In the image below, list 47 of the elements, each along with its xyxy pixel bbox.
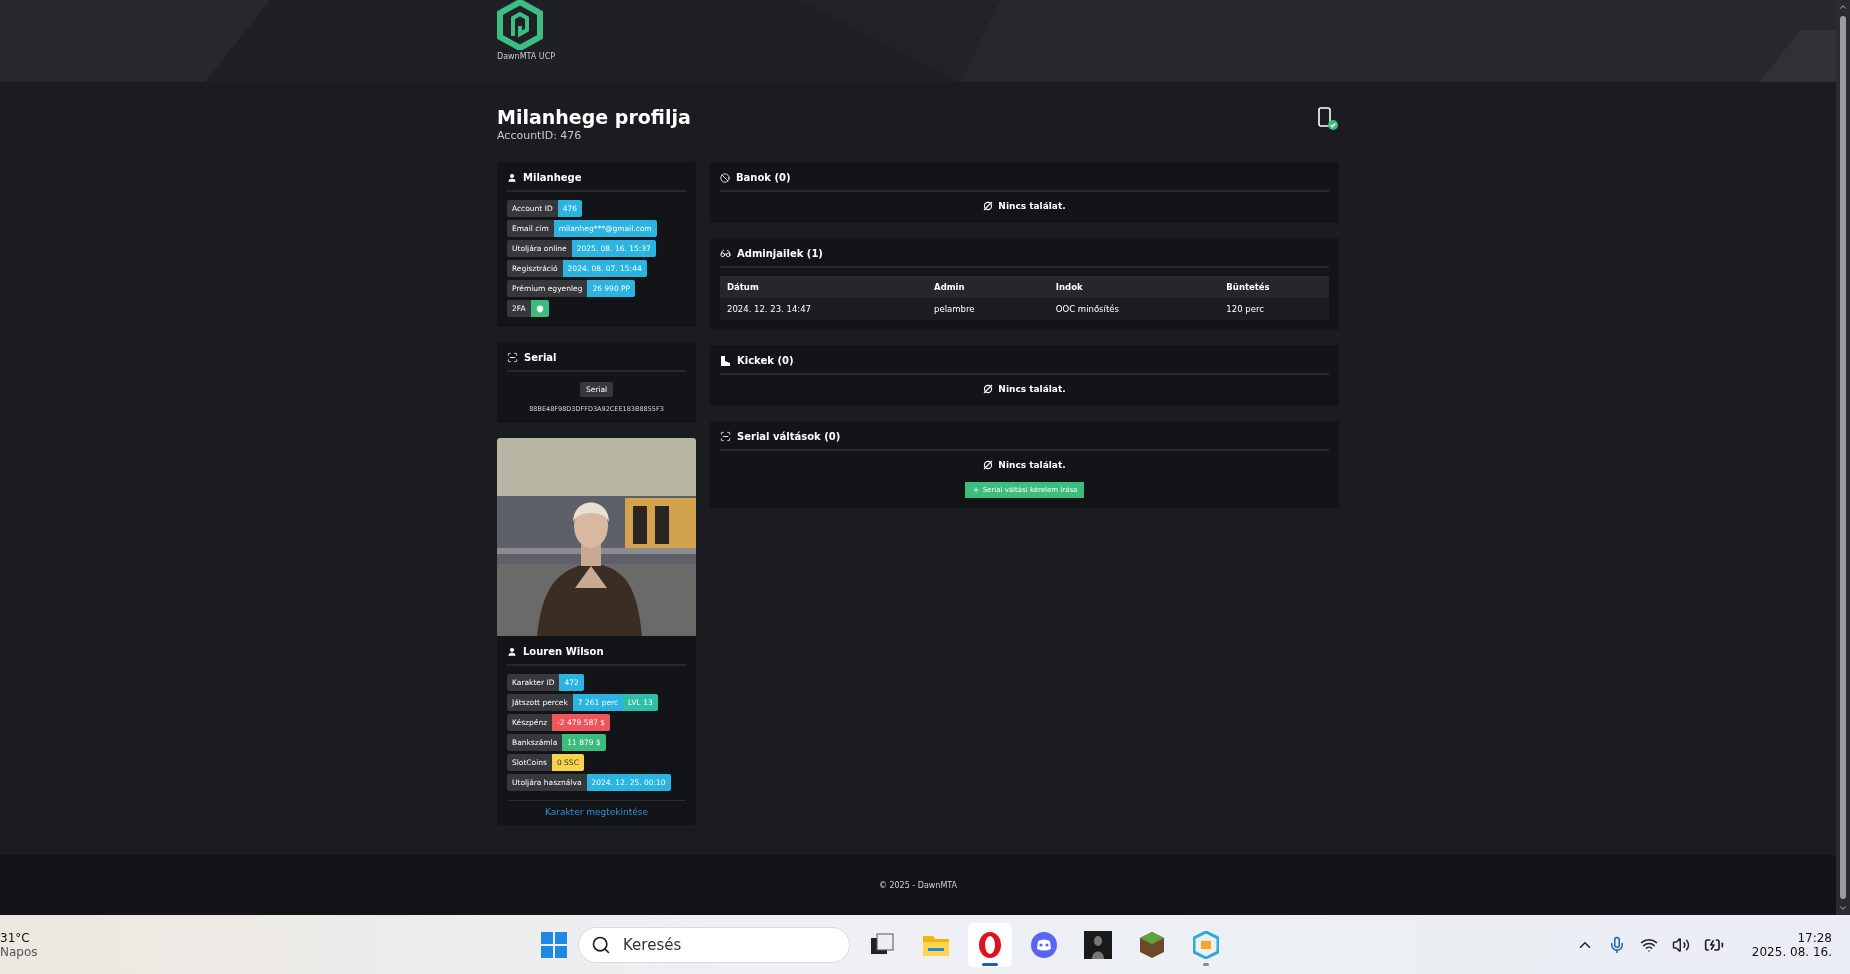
search-bar[interactable]: Keresés [578, 926, 850, 963]
empty-set-icon [983, 201, 994, 211]
brand-name: DawnMTA UCP [497, 52, 556, 61]
empty-message: Nincs találat. [998, 384, 1066, 394]
plus-icon [971, 486, 980, 494]
card-title: Milanhege [523, 172, 582, 183]
table-header-cell: Dátum [720, 276, 928, 298]
empty-message: Nincs találat. [998, 201, 1066, 211]
ban-icon [720, 172, 730, 183]
weather-condition: Napos [0, 944, 39, 959]
table-cell: OOC minősítés [1048, 298, 1220, 320]
search-icon [591, 934, 611, 955]
panel-title: Banok (0) [736, 172, 791, 183]
account-id-text: AccountID: 476 [497, 129, 583, 142]
table-header-cell: Admin [927, 276, 1049, 298]
copyright-text: © 2025 - DawnMTA [878, 880, 958, 890]
hexagon-logo-icon [497, 0, 543, 50]
panel-title: Kickek (0) [737, 355, 794, 366]
user-icon [507, 646, 517, 657]
windows-start-icon[interactable] [540, 930, 568, 959]
user-icon [507, 172, 517, 183]
clock-date: 2025. 08. 16. [1751, 944, 1832, 959]
scroll-down-icon[interactable] [1838, 903, 1848, 913]
panel-title: Serial váltások (0) [737, 431, 841, 442]
volume-icon[interactable] [1671, 935, 1690, 954]
boot-icon [720, 355, 731, 366]
empty-set-icon [983, 460, 994, 470]
scan-icon [507, 352, 518, 363]
table-header-cell: Büntetés [1219, 276, 1329, 298]
table-cell: pelambre [927, 298, 1049, 320]
search-field[interactable]: Keresés [621, 934, 821, 955]
glasses-icon [720, 248, 731, 259]
table-cell: 120 perc [1219, 298, 1329, 320]
weather-temp: 31°C [0, 930, 31, 945]
profile-title: Milanhege profilja [497, 106, 691, 128]
card-title: Serial [524, 352, 557, 363]
shield-icon [535, 304, 544, 313]
scan-icon [720, 431, 731, 442]
card-title: Louren Wilson [523, 646, 604, 657]
table-header-cell: Indok [1048, 276, 1220, 298]
table-cell: 2024. 12. 23. 14:47 [720, 298, 928, 320]
clock-time: 17:28 [1797, 930, 1832, 945]
character-link[interactable]: Karakter megtekintése [544, 807, 649, 817]
empty-set-icon [983, 384, 994, 394]
panel-title: Adminjailek (1) [737, 248, 823, 259]
empty-message: Nincs találat. [998, 460, 1066, 470]
scroll-up-icon[interactable] [1838, 2, 1848, 12]
